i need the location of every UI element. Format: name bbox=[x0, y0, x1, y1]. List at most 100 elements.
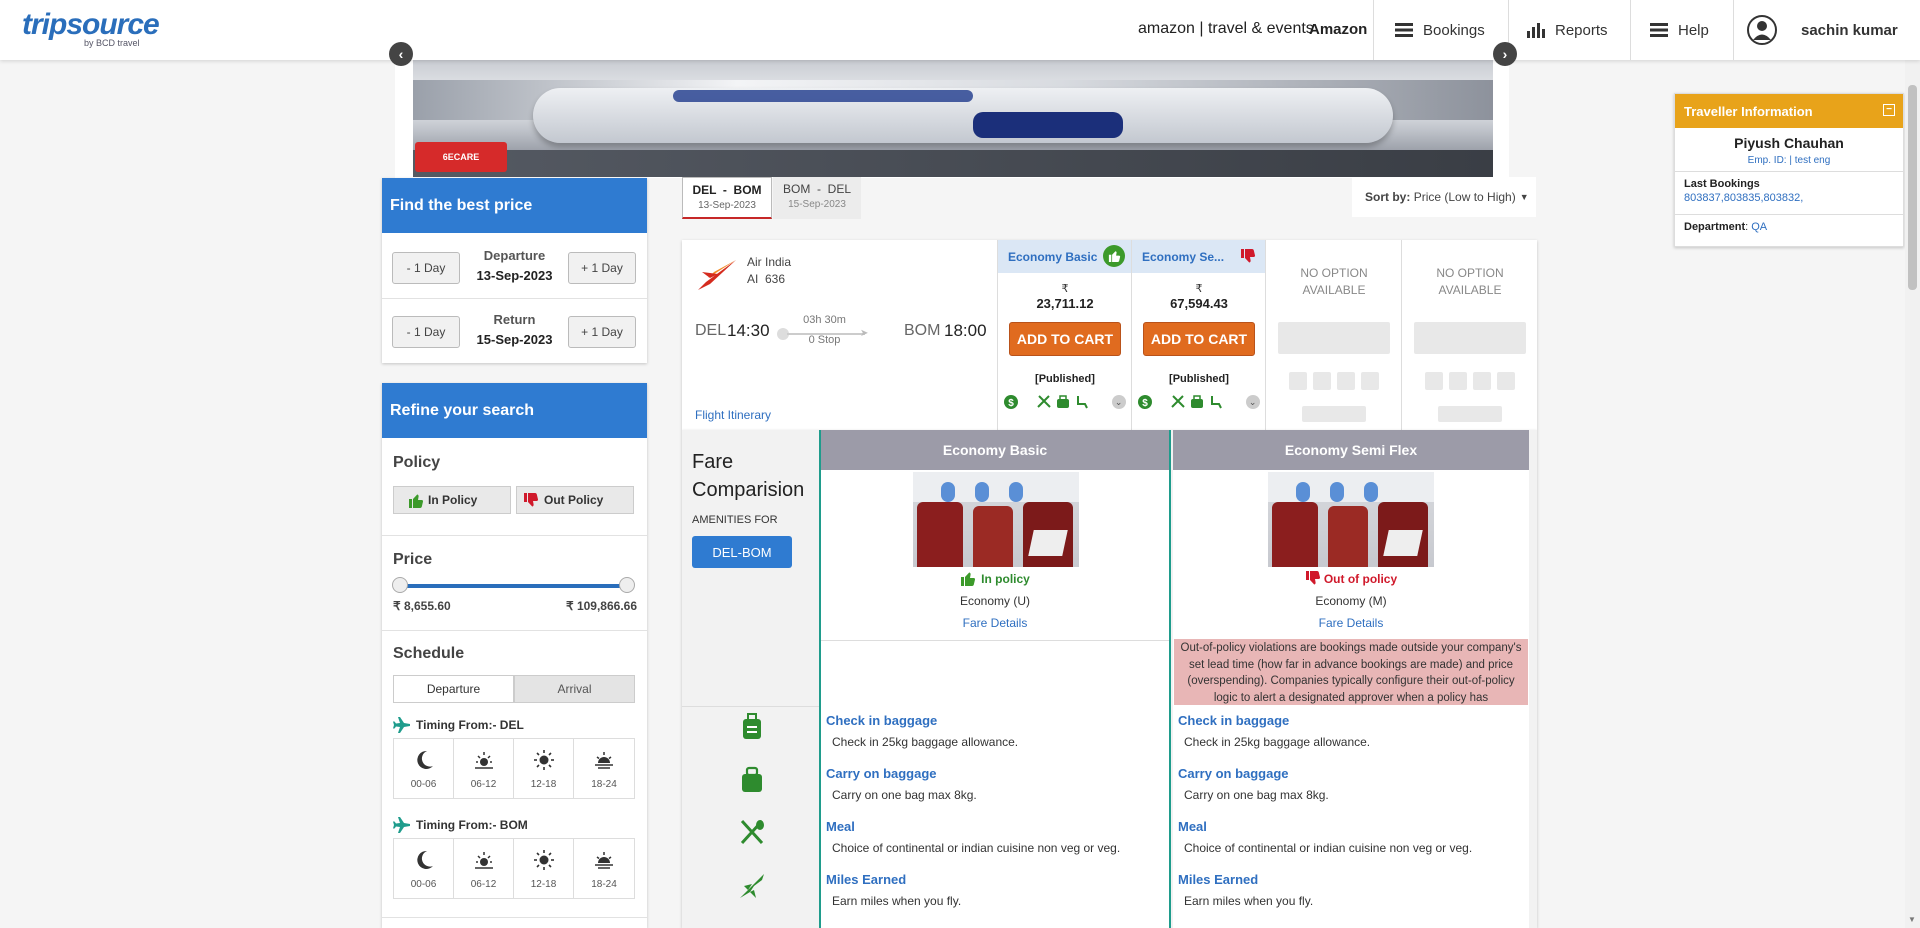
sort-label: Sort by: bbox=[1365, 190, 1411, 204]
fare-price: 23,711.12 bbox=[1036, 296, 1094, 311]
slot-06-12[interactable]: 06-12 bbox=[454, 739, 514, 799]
sort-value: Price (Low to High) bbox=[1413, 190, 1516, 204]
fare-option-economy-basic: Economy Basic ₹ 23,711.12 ADD TO CART [P… bbox=[997, 240, 1132, 430]
last-bookings-links[interactable]: 803837,803835,803832, bbox=[1684, 192, 1894, 204]
user-menu[interactable]: sachin kumar bbox=[1747, 0, 1898, 60]
return-plus-day-button[interactable]: + 1 Day bbox=[568, 316, 636, 348]
bag-icon bbox=[1056, 395, 1069, 408]
return-label: Return bbox=[493, 312, 536, 327]
expand-chevron-icon[interactable]: ⌄ bbox=[1245, 395, 1260, 409]
traveller-info-panel: Traveller Information − Piyush Chauhan E… bbox=[1674, 93, 1904, 247]
expand-chevron-icon[interactable]: ⌄ bbox=[1111, 395, 1126, 409]
scroll-down-icon[interactable]: ▼ bbox=[1908, 915, 1916, 924]
slot-12-18[interactable]: 12-18 bbox=[514, 739, 574, 799]
route-tab-date: 15-Sep-2023 bbox=[788, 199, 846, 210]
in-policy-filter[interactable]: In Policy bbox=[393, 486, 511, 514]
nav-bookings-label: Bookings bbox=[1423, 21, 1485, 39]
sun-icon bbox=[533, 849, 554, 870]
amenity-desc: Check in 25kg baggage allowance. bbox=[832, 735, 1019, 749]
route-tab-del-bom[interactable]: DEL - BOM 13-Sep-2023 bbox=[682, 177, 772, 219]
timing-slots-bom: 00-06 06-12 12-18 18-24 bbox=[393, 838, 635, 899]
fare-price: 67,594.43 bbox=[1170, 296, 1228, 311]
destination-code: BOM bbox=[904, 322, 941, 339]
slot-06-12[interactable]: 06-12 bbox=[454, 839, 514, 899]
fare-option-unavailable: NO OPTION AVAILABLE bbox=[1401, 240, 1537, 430]
carousel-prev-button[interactable]: ‹ bbox=[389, 42, 413, 66]
fare-compare-column-semi-flex: Economy Semi Flex Out of policy Economy … bbox=[1173, 430, 1529, 928]
amenity-title: Miles Earned bbox=[1178, 872, 1259, 887]
svg-text:$: $ bbox=[1143, 398, 1149, 409]
out-policy-label: Out Policy bbox=[544, 493, 604, 507]
fare-comparison-panel: Fare Comparision AMENITIES FOR DEL-BOM E… bbox=[682, 430, 1537, 928]
nav-bookings[interactable]: Bookings bbox=[1395, 0, 1485, 60]
nav-reports[interactable]: Reports bbox=[1527, 0, 1608, 60]
refine-search-title: Refine your search bbox=[382, 383, 647, 438]
price-slider-max-handle[interactable] bbox=[619, 577, 635, 593]
flight-stops: 0 Stop bbox=[808, 334, 841, 346]
no-option-text: NO OPTION AVAILABLE bbox=[1300, 266, 1368, 297]
flight-duration: 03h 30m bbox=[803, 314, 846, 326]
column-title: Economy Basic bbox=[821, 430, 1169, 470]
traveller-name: Piyush Chauhan bbox=[1734, 135, 1844, 151]
page-scrollbar[interactable]: ▼ bbox=[1905, 60, 1920, 928]
slot-12-18[interactable]: 12-18 bbox=[514, 839, 574, 899]
thumbs-down-icon bbox=[524, 492, 539, 506]
slot-00-06[interactable]: 00-06 bbox=[394, 739, 454, 799]
department-label: Department bbox=[1684, 221, 1746, 233]
out-policy-filter[interactable]: Out Policy bbox=[516, 486, 634, 514]
slot-label: 12-18 bbox=[530, 878, 557, 890]
schedule-tab-departure[interactable]: Departure bbox=[393, 675, 514, 703]
flight-itinerary-link[interactable]: Flight Itinerary bbox=[695, 408, 771, 422]
in-policy-label: In Policy bbox=[428, 493, 478, 507]
airplane-icon bbox=[393, 817, 410, 833]
bag-icon bbox=[1190, 395, 1203, 408]
fare-details-link[interactable]: Fare Details bbox=[1173, 616, 1529, 630]
column-title: Economy Semi Flex bbox=[1173, 430, 1529, 470]
user-avatar-icon bbox=[1747, 15, 1777, 45]
timing-from-del: Timing From:- DEL bbox=[416, 718, 524, 732]
carousel-next-button[interactable]: › bbox=[1493, 42, 1517, 66]
schedule-tab-arrival[interactable]: Arrival bbox=[514, 675, 635, 703]
cabin-image bbox=[913, 472, 1079, 567]
add-to-cart-button[interactable]: ADD TO CART bbox=[1143, 322, 1255, 356]
policy-label: In policy bbox=[981, 571, 1030, 586]
slot-18-24[interactable]: 18-24 bbox=[574, 839, 634, 899]
slot-18-24[interactable]: 18-24 bbox=[574, 739, 634, 799]
price-slider-min-handle[interactable] bbox=[392, 577, 408, 593]
out-of-policy-note: Out-of-policy violations are bookings ma… bbox=[1174, 639, 1528, 705]
amenity-desc: Check in 25kg baggage allowance. bbox=[1184, 735, 1371, 749]
dollar-icon: $ bbox=[1138, 395, 1153, 409]
collapse-icon[interactable]: − bbox=[1883, 104, 1895, 116]
route-amenities-button[interactable]: DEL-BOM bbox=[692, 536, 792, 568]
route-tab-bom-del[interactable]: BOM - DEL 15-Sep-2023 bbox=[773, 177, 861, 219]
chevron-left-icon: ‹ bbox=[398, 46, 404, 62]
meal-icon bbox=[740, 819, 764, 845]
amenity-desc: Carry on one bag max 8kg. bbox=[832, 788, 977, 802]
partner-logo: amazon | travel & events bbox=[1138, 20, 1314, 37]
meal-icon bbox=[1037, 395, 1052, 408]
cabin-image bbox=[1268, 472, 1434, 567]
departure-plus-day-button[interactable]: + 1 Day bbox=[568, 252, 636, 284]
timing-slots-del: 00-06 06-12 12-18 18-24 bbox=[393, 738, 635, 799]
meal-icon bbox=[1171, 395, 1186, 408]
find-best-price-panel: Find the best price - 1 Day Departure 13… bbox=[382, 178, 647, 363]
departure-minus-day-button[interactable]: - 1 Day bbox=[392, 252, 460, 284]
scrollbar-thumb[interactable] bbox=[1908, 85, 1917, 290]
sort-dropdown[interactable]: Sort by: Price (Low to High) ▼ bbox=[1352, 177, 1536, 217]
route-tab-date: 13-Sep-2023 bbox=[698, 200, 756, 211]
in-policy-status: In policy bbox=[821, 571, 1169, 586]
department-value: QA bbox=[1751, 221, 1768, 233]
departure-label: Departure bbox=[483, 248, 546, 263]
tripsource-logo[interactable]: tripsource by BCD travel bbox=[22, 8, 160, 48]
return-minus-day-button[interactable]: - 1 Day bbox=[392, 316, 460, 348]
fare-comparison-title-1: Fare bbox=[692, 451, 734, 473]
employee-id: Emp. ID: | test eng bbox=[1747, 155, 1831, 166]
add-to-cart-button[interactable]: ADD TO CART bbox=[1009, 322, 1121, 356]
bag-icon bbox=[742, 766, 762, 792]
chevron-right-icon: › bbox=[1502, 46, 1508, 62]
slot-00-06[interactable]: 00-06 bbox=[394, 839, 454, 899]
fare-details-link[interactable]: Fare Details bbox=[821, 616, 1169, 630]
nav-help[interactable]: Help bbox=[1650, 0, 1709, 60]
arrival-time: 18:00 bbox=[944, 321, 987, 340]
fare-tag: [Published] bbox=[1169, 373, 1229, 385]
